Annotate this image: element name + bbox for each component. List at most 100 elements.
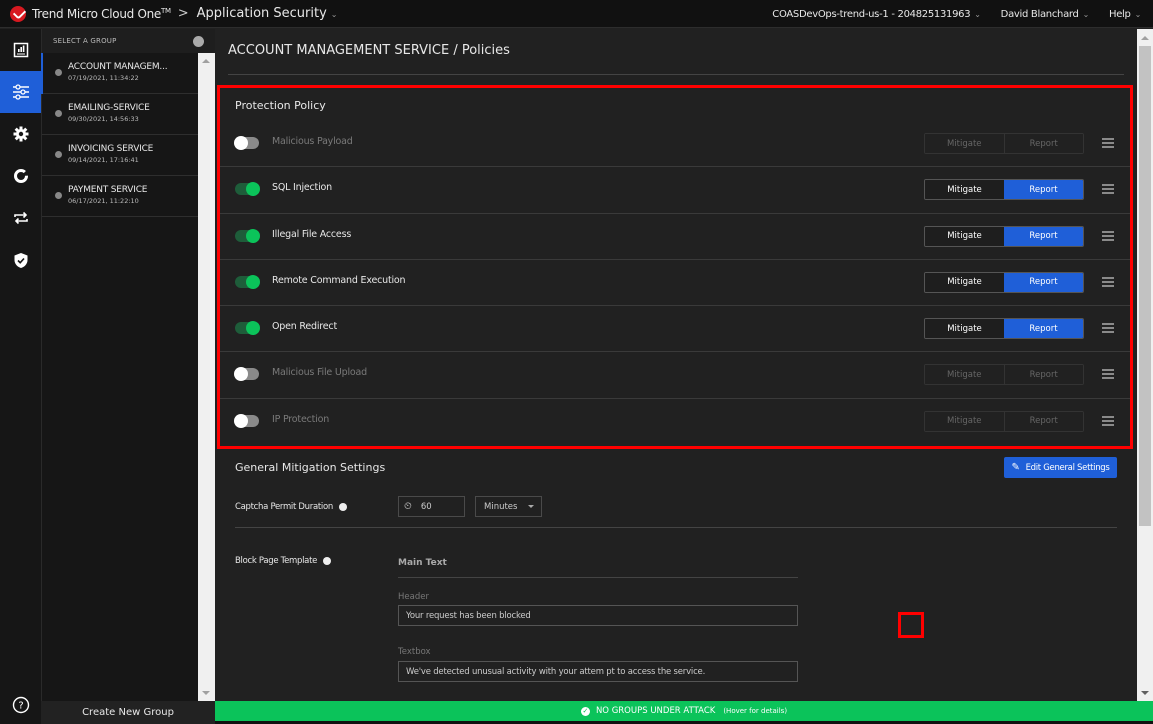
duration-unit-select[interactable]: Minutes xyxy=(475,496,542,517)
policy-row: Open Redirect Mitigate Report xyxy=(220,306,1130,353)
attack-status-hint: (Hover for details) xyxy=(723,707,788,715)
policy-toggle[interactable] xyxy=(235,228,260,243)
rail-item-settings[interactable] xyxy=(0,113,41,155)
create-new-group-button[interactable]: Create New Group xyxy=(41,701,215,724)
shield-check-icon xyxy=(14,252,27,268)
protection-policy-title: Protection Policy xyxy=(235,99,326,112)
trademark: TM xyxy=(161,6,171,15)
report-button[interactable]: Report xyxy=(1004,226,1083,246)
account-menu[interactable]: COASDevOps-trend-us-1 - 204825131963 ⌄ xyxy=(772,9,981,20)
scrollbar-thumb[interactable] xyxy=(1139,46,1151,526)
drag-handle-icon[interactable] xyxy=(1102,138,1114,148)
policy-toggle[interactable] xyxy=(234,136,259,150)
report-button[interactable]: Report xyxy=(1004,411,1083,431)
group-item[interactable]: ACCOUNT MANAGEM... 07/19/2021, 11:34:22 xyxy=(41,53,198,94)
scroll-down-arrow-icon[interactable] xyxy=(1141,691,1149,695)
policy-row: IP Protection Mitigate Report xyxy=(220,399,1130,445)
toggle-knob xyxy=(246,321,260,336)
report-button[interactable]: Report xyxy=(1004,365,1083,385)
user-menu[interactable]: David Blanchard ⌄ xyxy=(1000,8,1090,20)
app-switcher[interactable]: Application Security ⌄ xyxy=(197,6,338,21)
info-icon[interactable] xyxy=(338,503,347,511)
help-button[interactable]: ? xyxy=(0,696,41,714)
check-circle-icon: ✓ xyxy=(580,706,590,716)
mitigate-button[interactable]: Mitigate xyxy=(925,319,1004,339)
group-date: 06/17/2021, 11:22:10 xyxy=(68,197,139,205)
textbox-input-value: We've detected unusual activity with you… xyxy=(406,666,706,677)
transfer-arrows-icon xyxy=(13,211,28,225)
scroll-up-arrow-icon[interactable] xyxy=(202,59,210,63)
duration-unit-value: Minutes xyxy=(484,501,518,512)
main-scrollbar[interactable] xyxy=(1137,29,1153,701)
rail-item-security[interactable] xyxy=(0,239,41,281)
report-button[interactable]: Report xyxy=(1004,319,1083,339)
mode-selector: Mitigate Report xyxy=(924,410,1084,432)
policy-toggle[interactable] xyxy=(234,413,259,428)
rail-item-policies[interactable] xyxy=(0,71,41,113)
mitigate-button[interactable]: Mitigate xyxy=(925,411,1005,431)
textbox-input[interactable]: We've detected unusual activity with you… xyxy=(398,661,798,682)
app-name: Application Security xyxy=(196,6,327,21)
scroll-down-arrow-icon[interactable] xyxy=(202,691,210,695)
group-list-scrollbar[interactable] xyxy=(198,53,215,701)
top-bar: Trend Micro Cloud OneTM > Application Se… xyxy=(0,0,1153,28)
report-button[interactable]: Report xyxy=(1004,180,1083,200)
donut-chart-icon xyxy=(13,169,28,183)
info-icon[interactable] xyxy=(323,557,332,565)
group-status-dot-icon xyxy=(55,192,62,199)
report-button[interactable]: Report xyxy=(1004,272,1083,292)
timer-icon: ⏲ xyxy=(404,501,412,512)
group-item[interactable]: PAYMENT SERVICE 06/17/2021, 11:22:10 xyxy=(42,176,198,217)
mitigate-button[interactable]: Mitigate xyxy=(925,180,1004,200)
group-date: 09/14/2021, 17:16:41 xyxy=(68,156,139,164)
attack-status-bar[interactable]: ✓ NO GROUPS UNDER ATTACK (Hover for deta… xyxy=(215,701,1153,721)
select-group-label: SELECT A GROUP xyxy=(53,37,117,45)
help-menu[interactable]: Help ⌄ xyxy=(1109,9,1141,20)
rail-item-reports[interactable] xyxy=(0,29,41,71)
reports-icon xyxy=(13,42,28,58)
divider xyxy=(228,74,1124,75)
group-name: INVOICING SERVICE xyxy=(68,144,154,154)
edit-general-settings-button[interactable]: ✎ Edit General Settings xyxy=(1004,457,1117,478)
drag-handle-icon[interactable] xyxy=(1102,323,1114,334)
rail-item-status[interactable] xyxy=(0,155,41,197)
chevron-down-icon: ⌄ xyxy=(330,10,338,19)
drag-handle-icon[interactable] xyxy=(1102,415,1114,426)
mitigate-button[interactable]: Mitigate xyxy=(925,134,1005,153)
policy-toggle[interactable] xyxy=(235,274,260,289)
mode-selector: Mitigate Report xyxy=(924,179,1084,201)
policy-name: Remote Command Execution xyxy=(272,274,406,286)
rail-item-transfer[interactable] xyxy=(0,197,41,239)
user-name: David Blanchard xyxy=(1000,8,1079,20)
policy-name: Illegal File Access xyxy=(272,228,352,240)
policy-name: SQL Injection xyxy=(272,182,332,194)
drag-handle-icon[interactable] xyxy=(1102,369,1114,380)
group-date: 07/19/2021, 11:34:22 xyxy=(68,74,139,82)
header-input[interactable]: Your request has been blocked xyxy=(398,605,798,626)
policy-toggle[interactable] xyxy=(235,321,260,336)
captcha-duration-input[interactable]: ⏲ 60 xyxy=(398,496,465,517)
drag-handle-icon[interactable] xyxy=(1102,276,1114,287)
chevron-down-icon: ⌄ xyxy=(974,9,981,19)
policy-toggle[interactable] xyxy=(234,367,259,382)
captcha-duration-value: 60 xyxy=(420,501,432,512)
drag-handle-icon[interactable] xyxy=(1102,184,1114,195)
drag-handle-icon[interactable] xyxy=(1102,230,1114,241)
group-item[interactable]: EMAILING-SERVICE 09/30/2021, 14:56:33 xyxy=(42,94,198,135)
mitigate-button[interactable]: Mitigate xyxy=(925,365,1005,385)
toggle-knob xyxy=(234,136,248,150)
mitigate-button[interactable]: Mitigate xyxy=(925,272,1004,292)
brand-name[interactable]: Trend Micro Cloud OneTM xyxy=(32,7,171,21)
help-circle-icon: ? xyxy=(12,696,29,714)
page-title: ACCOUNT MANAGEMENT SERVICE / Policies xyxy=(228,43,510,58)
mitigate-button[interactable]: Mitigate xyxy=(925,226,1004,246)
help-label: Help xyxy=(1108,8,1131,20)
report-button[interactable]: Report xyxy=(1004,134,1083,153)
scroll-up-arrow-icon[interactable] xyxy=(1141,36,1149,40)
group-item[interactable]: INVOICING SERVICE 09/14/2021, 17:16:41 xyxy=(42,135,198,176)
group-status-dot-icon xyxy=(55,110,62,117)
group-name: EMAILING-SERVICE xyxy=(68,103,150,113)
group-filter-icon[interactable] xyxy=(193,35,204,47)
divider xyxy=(235,527,1117,528)
policy-toggle[interactable] xyxy=(235,182,260,197)
